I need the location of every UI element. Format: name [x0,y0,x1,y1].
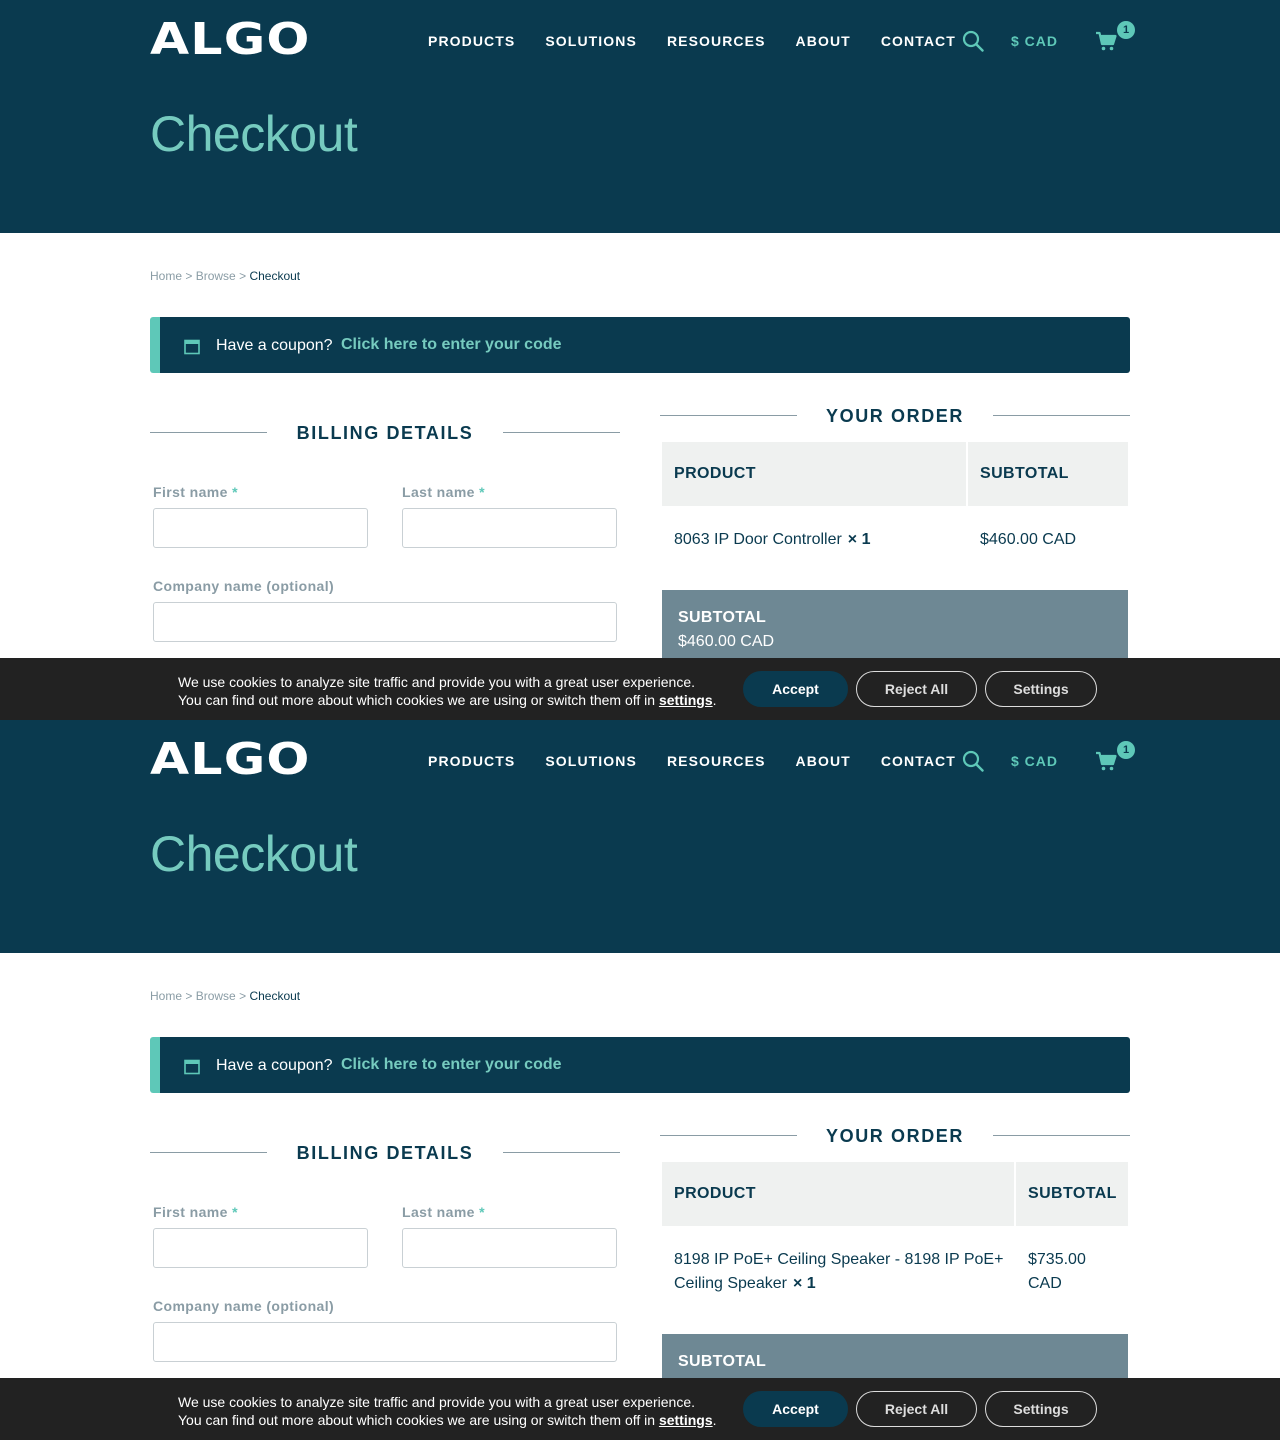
first-name-field[interactable] [153,508,368,548]
nav-about[interactable]: ABOUT [796,753,851,769]
coupon-notice: Have a coupon? Click here to enter your … [150,1037,1130,1093]
nav-resources[interactable]: RESOURCES [667,753,766,769]
breadcrumb-current: Checkout [249,269,301,283]
subtotal-value: $460.00 CAD [678,633,775,650]
divider [503,1152,620,1153]
divider [993,415,1130,416]
breadcrumb-browse[interactable]: Browse [196,269,236,283]
cookie-message: We use cookies to analyze site traffic a… [178,1394,717,1428]
nav-solutions[interactable]: SOLUTIONS [545,33,637,49]
cookie-message: We use cookies to analyze site traffic a… [178,674,717,708]
cookie-accept-button[interactable]: Accept [743,1391,848,1427]
coupon-question: Have a coupon? [216,337,333,354]
nav-solutions[interactable]: SOLUTIONS [545,753,637,769]
calendar-icon [184,1059,200,1075]
nav-contact[interactable]: CONTACT [881,753,956,769]
site-header: ALGO PRODUCTS SOLUTIONS RESOURCES ABOUT … [0,0,1280,233]
breadcrumb-current: Checkout [249,989,301,1003]
order-item-subtotal: $460.00 CAD [980,531,1077,548]
last-name-field[interactable] [402,508,617,548]
cookie-banner: We use cookies to analyze site traffic a… [0,658,1280,720]
main-nav: PRODUCTS SOLUTIONS RESOURCES ABOUT CONTA… [428,33,956,49]
cookie-settings-button[interactable]: Settings [985,671,1097,707]
cart-subtotal: SUBTOTAL $460.00 CAD [662,590,1128,658]
nav-products[interactable]: PRODUCTS [428,753,515,769]
last-name-label: Last name * [402,1204,486,1220]
company-name-field[interactable] [153,602,617,642]
cart-icon[interactable] [1095,30,1117,52]
breadcrumb-home[interactable]: Home [150,269,182,283]
company-name-label: Company name (optional) [153,1298,335,1314]
cookie-banner: We use cookies to analyze site traffic a… [0,1378,1280,1440]
cart-subtotal: SUBTOTAL [662,1334,1128,1378]
currency-switcher[interactable]: $ CAD [1011,33,1058,49]
coupon-link[interactable]: Click here to enter your code [341,335,562,355]
billing-heading: BILLING DETAILS [296,423,474,443]
currency-switcher[interactable]: $ CAD [1011,753,1058,769]
breadcrumb-separator: > [185,269,193,283]
page-title: Checkout [150,826,358,882]
main-nav: PRODUCTS SOLUTIONS RESOURCES ABOUT CONTA… [428,753,956,769]
breadcrumb-separator: > [239,989,247,1003]
subtotal-label: SUBTOTAL [678,1353,767,1370]
order-column-product: PRODUCT [662,1162,1014,1226]
cookie-reject-all-button[interactable]: Reject All [856,1391,977,1427]
coupon-notice: Have a coupon? Click here to enter your … [150,317,1130,373]
first-name-label: First name * [153,1204,238,1220]
search-icon[interactable] [962,750,984,772]
site-header: ALGO PRODUCTS SOLUTIONS RESOURCES ABOUT … [0,720,1280,953]
cart-count-badge: 1 [1117,741,1135,759]
algo-logo[interactable]: ALGO [150,738,311,782]
algo-logo[interactable]: ALGO [150,18,311,62]
cookie-settings-link[interactable]: settings [659,692,713,708]
breadcrumb-separator: > [239,269,247,283]
breadcrumb: Home > Browse > Checkout [150,268,300,284]
page-title: Checkout [150,106,358,162]
breadcrumb: Home > Browse > Checkout [150,988,300,1004]
divider [150,1152,267,1153]
cookie-settings-button[interactable]: Settings [985,1391,1097,1427]
cookie-settings-link[interactable]: settings [659,1412,713,1428]
divider [660,415,797,416]
nav-resources[interactable]: RESOURCES [667,33,766,49]
coupon-link[interactable]: Click here to enter your code [341,1055,562,1075]
breadcrumb-separator: > [185,989,193,1003]
cart-icon[interactable] [1095,750,1117,772]
order-heading: YOUR ORDER [825,406,964,426]
cart-count-badge: 1 [1117,21,1135,39]
first-name-label: First name * [153,484,238,500]
last-name-label: Last name * [402,484,486,500]
cookie-reject-all-button[interactable]: Reject All [856,671,977,707]
order-item: 8198 IP PoE+ Ceiling Speaker - 8198 IP P… [674,1251,1004,1292]
divider [660,1135,797,1136]
checkout-view-2: ALGO PRODUCTS SOLUTIONS RESOURCES ABOUT … [0,720,1280,1440]
breadcrumb-browse[interactable]: Browse [196,989,236,1003]
first-name-field[interactable] [153,1228,368,1268]
coupon-question: Have a coupon? [216,1057,333,1074]
divider [993,1135,1130,1136]
calendar-icon [184,339,200,355]
order-item-subtotal: $735.00 CAD [1028,1251,1086,1292]
divider [150,432,267,433]
company-name-label: Company name (optional) [153,578,335,594]
checkout-view-1: ALGO PRODUCTS SOLUTIONS RESOURCES ABOUT … [0,0,1280,720]
divider [503,432,620,433]
subtotal-label: SUBTOTAL [678,609,767,626]
last-name-field[interactable] [402,1228,617,1268]
order-heading: YOUR ORDER [825,1126,964,1146]
nav-products[interactable]: PRODUCTS [428,33,515,49]
nav-about[interactable]: ABOUT [796,33,851,49]
breadcrumb-home[interactable]: Home [150,989,182,1003]
nav-contact[interactable]: CONTACT [881,33,956,49]
cookie-accept-button[interactable]: Accept [743,671,848,707]
order-item: 8063 IP Door Controller × 1 [674,531,871,548]
company-name-field[interactable] [153,1322,617,1362]
order-column-product: PRODUCT [662,442,966,506]
search-icon[interactable] [962,30,984,52]
order-column-subtotal: SUBTOTAL [968,442,1128,506]
order-column-subtotal: SUBTOTAL [1016,1162,1128,1226]
billing-heading: BILLING DETAILS [296,1143,474,1163]
